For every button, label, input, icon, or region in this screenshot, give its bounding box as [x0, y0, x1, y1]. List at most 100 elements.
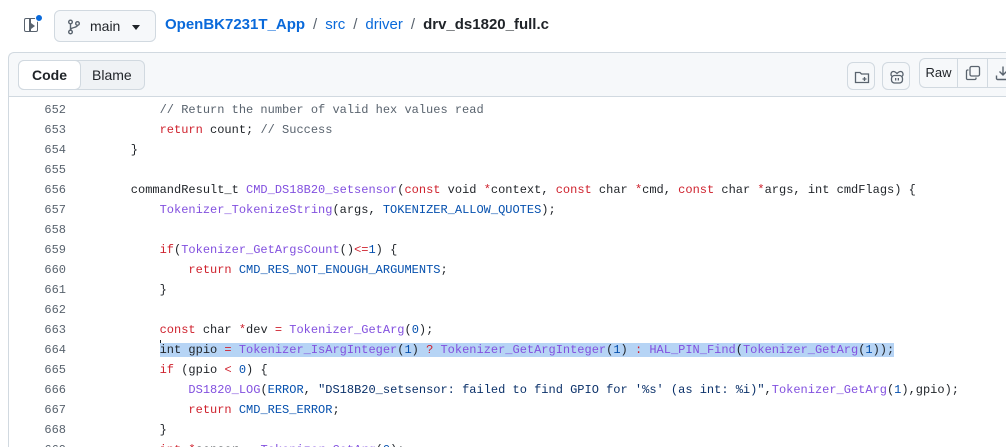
code-token: char	[591, 183, 635, 197]
add-folder-icon	[854, 71, 870, 84]
line-number[interactable]: 661	[9, 280, 66, 300]
code-token: const	[678, 183, 715, 197]
code-token: (gpio	[174, 363, 225, 377]
line-number[interactable]: 653	[9, 120, 66, 140]
code-line[interactable]: 655	[9, 160, 1006, 180]
code-text: if(Tokenizer_GetArgsCount()<=1) {	[102, 240, 398, 260]
code-token: ;	[440, 263, 448, 277]
code-line[interactable]: 656 commandResult_t CMD_DS18B20_setsenso…	[9, 180, 1006, 200]
code-token: <=	[354, 243, 369, 257]
copy-raw-button[interactable]	[958, 59, 988, 87]
code-line[interactable]: 654 }	[9, 140, 1006, 160]
download-raw-button[interactable]	[988, 59, 1006, 87]
line-number[interactable]: 658	[9, 220, 66, 240]
code-token: count;	[202, 123, 261, 137]
code-text: return CMD_RES_ERROR;	[102, 400, 339, 420]
branch-selector-button[interactable]: main	[54, 10, 156, 42]
code-token: CMD_RES_NOT_ENOUGH_ARGUMENTS	[238, 263, 441, 277]
line-number[interactable]: 660	[9, 260, 66, 280]
line-number[interactable]: 666	[9, 380, 66, 400]
code-line[interactable]: 658	[9, 220, 1006, 240]
code-line[interactable]: 668 }	[9, 420, 1006, 440]
code-text: }	[102, 420, 167, 440]
code-line[interactable]: 666 DS1820_LOG(ERROR, "DS18B20_setsensor…	[9, 380, 1006, 400]
raw-button[interactable]: Raw	[920, 59, 958, 87]
code-line[interactable]: 657 Tokenizer_TokenizeString(args, TOKEN…	[9, 200, 1006, 220]
code-text: if (gpio < 0) {	[102, 360, 268, 380]
code-token: *	[483, 183, 491, 197]
code-token: ()	[339, 243, 355, 257]
code-line[interactable]: 663 const char *dev = Tokenizer_GetArg(0…	[9, 320, 1006, 340]
code-token: return	[188, 263, 232, 277]
branch-name: main	[90, 18, 121, 34]
code-token: *	[757, 183, 765, 197]
copilot-icon	[890, 70, 904, 84]
code-view[interactable]: 652 // Return the number of valid hex va…	[8, 97, 1006, 447]
code-line[interactable]: 664 int gpio = Tokenizer_IsArgInteger (1)…	[9, 340, 1006, 360]
line-number[interactable]: 652	[9, 100, 66, 120]
code-token: sensor	[196, 443, 246, 447]
code-line[interactable]: 667 return CMD_RES_ERROR;	[9, 400, 1006, 420]
breadcrumb-driver-link[interactable]: driver	[365, 16, 403, 33]
code-text: }	[102, 280, 167, 300]
breadcrumb-repo-link[interactable]: OpenBK7231T_App	[165, 16, 305, 33]
code-text: return count; // Success	[102, 120, 333, 140]
code-token: ) {	[246, 363, 268, 377]
breadcrumb-src-link[interactable]: src	[325, 16, 345, 33]
selected-code-token: )	[411, 343, 427, 357]
code-token: Tokenizer_GetArg	[289, 323, 405, 337]
code-token: );	[390, 443, 404, 447]
code-text: // Return the number of valid hex values…	[102, 100, 484, 120]
tab-code[interactable]: Code	[18, 60, 81, 90]
code-token: if	[159, 243, 175, 257]
line-number[interactable]: 664	[9, 340, 66, 360]
code-line[interactable]: 653 return count; // Success	[9, 120, 1006, 140]
code-token: void	[440, 183, 484, 197]
line-number[interactable]: 663	[9, 320, 66, 340]
code-line[interactable]: 660 return CMD_RES_NOT_ENOUGH_ARGUMENTS;	[9, 260, 1006, 280]
code-token: );	[418, 323, 434, 337]
code-line[interactable]: 662	[9, 300, 1006, 320]
code-line[interactable]: 661 }	[9, 280, 1006, 300]
code-token: if	[159, 363, 175, 377]
code-text: const char *dev = Tokenizer_GetArg(0);	[102, 320, 434, 340]
code-token: 0	[411, 323, 419, 337]
line-number[interactable]: 657	[9, 200, 66, 220]
code-token: =	[274, 323, 283, 337]
line-number[interactable]: 665	[9, 360, 66, 380]
download-icon	[995, 66, 1006, 81]
code-line[interactable]: 659 if(Tokenizer_GetArgsCount()<=1) {	[9, 240, 1006, 260]
code-token: Tokenizer_TokenizeString	[159, 203, 333, 217]
tab-blame[interactable]: Blame	[80, 61, 144, 89]
copilot-button[interactable]	[882, 62, 910, 90]
line-number[interactable]: 655	[9, 160, 66, 180]
code-token: commandResult_t	[102, 183, 247, 197]
code-line[interactable]: 665 if (gpio < 0) {	[9, 360, 1006, 380]
line-number[interactable]: 662	[9, 300, 66, 320]
code-text: int gpio = Tokenizer_IsArgInteger(1) ? T…	[102, 340, 895, 360]
line-number[interactable]: 656	[9, 180, 66, 200]
code-token: Tokenizer_GetArg	[260, 443, 375, 447]
sidebar-toggle-icon[interactable]	[22, 13, 44, 35]
code-token: int	[160, 443, 182, 447]
code-token: // Return the number of valid hex values…	[159, 103, 484, 117]
line-number[interactable]: 659	[9, 240, 66, 260]
add-folder-button[interactable]	[847, 62, 875, 90]
code-token: *	[188, 443, 195, 447]
line-number[interactable]: 654	[9, 140, 66, 160]
repo-header: main OpenBK7231T_App / src / driver / dr…	[0, 0, 1006, 50]
line-number[interactable]: 668	[9, 420, 66, 440]
code-line[interactable]: 652 // Return the number of valid hex va…	[9, 100, 1006, 120]
line-number[interactable]: 667	[9, 400, 66, 420]
code-token: ,	[764, 383, 772, 397]
code-line[interactable]: 669 int *sensor = Tokenizer_GetArg(0);	[9, 440, 1006, 447]
line-number[interactable]: 669	[9, 440, 66, 447]
code-token: context,	[490, 183, 556, 197]
